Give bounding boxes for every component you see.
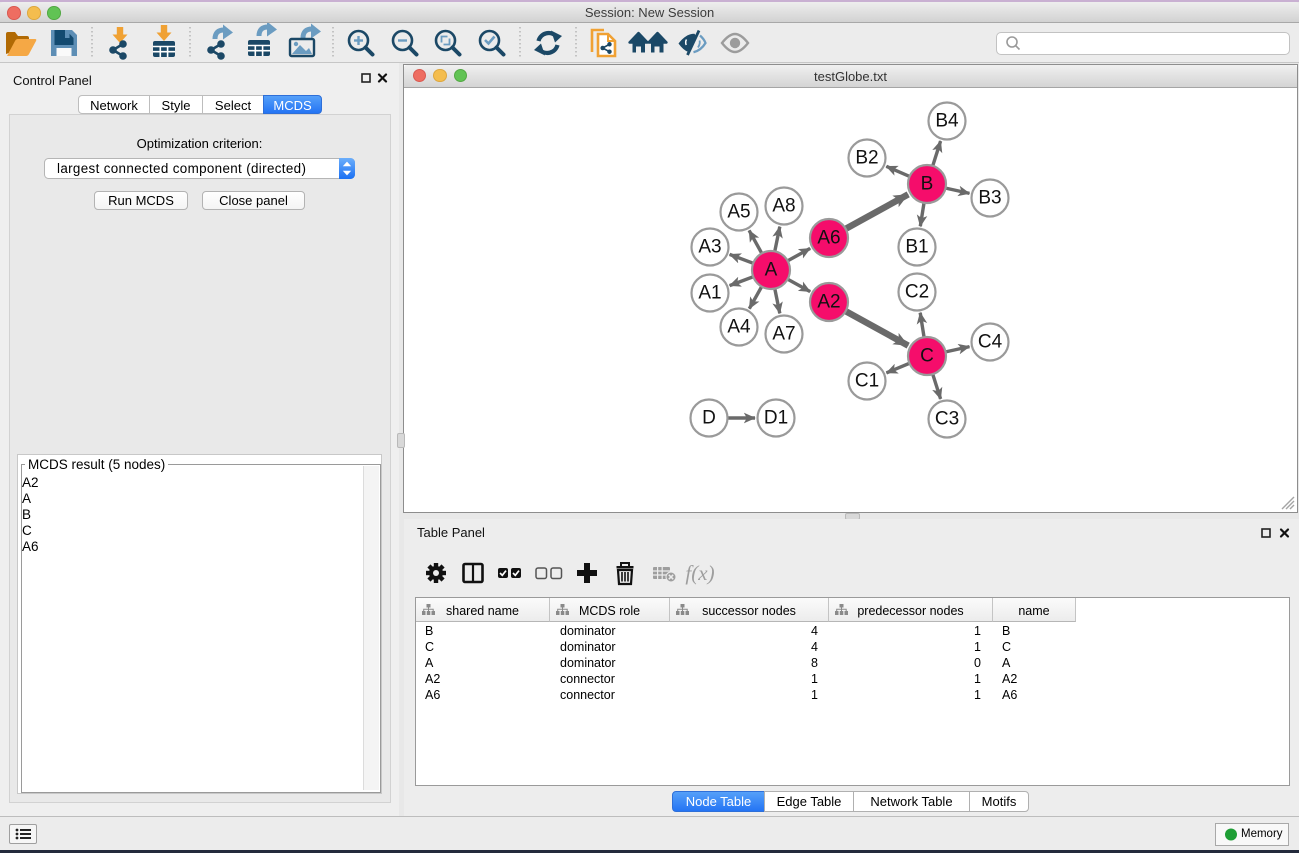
svg-text:C4: C4 xyxy=(978,332,1003,353)
svg-text:D: D xyxy=(702,408,716,429)
svg-text:B2: B2 xyxy=(855,148,878,169)
svg-text:A8: A8 xyxy=(772,196,795,217)
svg-text:A4: A4 xyxy=(727,317,751,338)
svg-text:B1: B1 xyxy=(905,237,928,258)
svg-text:C: C xyxy=(920,346,934,367)
svg-text:A7: A7 xyxy=(772,324,795,345)
svg-text:C1: C1 xyxy=(855,371,879,392)
svg-text:B3: B3 xyxy=(978,188,1001,209)
svg-text:C2: C2 xyxy=(905,282,929,303)
svg-text:A2: A2 xyxy=(817,292,840,313)
svg-text:A6: A6 xyxy=(817,228,840,249)
svg-text:A: A xyxy=(765,260,778,281)
svg-text:C3: C3 xyxy=(935,409,959,430)
svg-text:A1: A1 xyxy=(698,283,721,304)
svg-text:B4: B4 xyxy=(935,111,959,132)
svg-text:B: B xyxy=(921,174,934,195)
svg-text:D1: D1 xyxy=(764,408,788,429)
svg-text:f(x): f(x) xyxy=(685,561,714,585)
svg-text:A3: A3 xyxy=(698,237,721,258)
svg-text:A5: A5 xyxy=(727,202,750,223)
